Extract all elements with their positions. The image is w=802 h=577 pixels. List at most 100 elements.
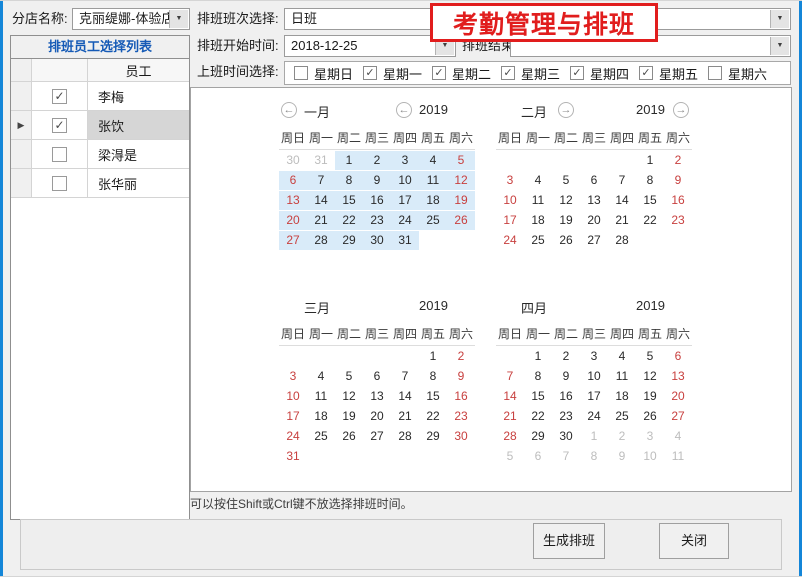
calendar-day[interactable]: 26 [552, 231, 580, 250]
calendar-day[interactable]: 4 [419, 151, 447, 170]
checkbox-checked[interactable]: ✓ [52, 118, 67, 133]
calendar-day[interactable]: 7 [608, 171, 636, 190]
calendar-day[interactable]: 31 [307, 151, 335, 170]
calendar-day[interactable]: 16 [447, 387, 475, 406]
calendar-day[interactable]: 21 [608, 211, 636, 230]
calendar-day[interactable]: 3 [279, 367, 307, 386]
calendar-day[interactable]: 8 [419, 367, 447, 386]
calendar-day[interactable]: 28 [391, 427, 419, 446]
calendar-day[interactable]: 3 [636, 427, 664, 446]
calendar-day[interactable]: 21 [307, 211, 335, 230]
calendar-day[interactable]: 3 [496, 171, 524, 190]
calendar-day[interactable]: 5 [496, 447, 524, 466]
nav-prev-year-icon[interactable]: ← [396, 102, 412, 118]
nav-next-year-icon[interactable]: → [673, 102, 689, 118]
calendar-day[interactable]: 1 [524, 347, 552, 366]
checkbox[interactable] [52, 176, 67, 191]
checkbox-checked[interactable]: ✓ [501, 66, 515, 80]
calendar-day[interactable]: 30 [279, 151, 307, 170]
calendar-day[interactable]: 24 [391, 211, 419, 230]
calendar-day[interactable]: 19 [636, 387, 664, 406]
calendar-day[interactable]: 18 [524, 211, 552, 230]
calendar-day[interactable]: 16 [664, 191, 692, 210]
calendar-day[interactable]: 28 [307, 231, 335, 250]
calendar-day[interactable]: 14 [391, 387, 419, 406]
calendar-day[interactable]: 28 [608, 231, 636, 250]
calendar-day[interactable]: 30 [363, 231, 391, 250]
calendar-day[interactable]: 9 [552, 367, 580, 386]
calendar-day[interactable]: 11 [307, 387, 335, 406]
checkbox[interactable] [708, 66, 722, 80]
calendar-day[interactable]: 10 [496, 191, 524, 210]
calendar-day[interactable]: 10 [580, 367, 608, 386]
calendar-day[interactable]: 8 [524, 367, 552, 386]
checkbox[interactable] [294, 66, 308, 80]
calendar-day[interactable]: 8 [636, 171, 664, 190]
calendar-day[interactable]: 11 [419, 171, 447, 190]
calendar-day[interactable]: 8 [335, 171, 363, 190]
calendar-day[interactable]: 14 [608, 191, 636, 210]
nav-next-month-icon[interactable]: → [558, 102, 574, 118]
calendar-day[interactable]: 27 [279, 231, 307, 250]
calendar-day[interactable]: 29 [524, 427, 552, 446]
calendar-day[interactable]: 7 [307, 171, 335, 190]
calendar-day[interactable]: 26 [636, 407, 664, 426]
calendar-day[interactable]: 17 [496, 211, 524, 230]
checkbox-checked[interactable]: ✓ [570, 66, 584, 80]
calendar-day[interactable]: 5 [335, 367, 363, 386]
employee-table-row-3[interactable]: 张华丽 [11, 169, 189, 198]
weekday-checkbox-item-6[interactable]: 星期六 [708, 64, 777, 83]
calendar-day[interactable]: 1 [419, 347, 447, 366]
dropdown-arrow-icon[interactable]: ▼ [770, 10, 789, 28]
calendar-day[interactable]: 2 [552, 347, 580, 366]
calendar-day[interactable]: 9 [608, 447, 636, 466]
calendar-day[interactable]: 23 [447, 407, 475, 426]
nav-prev-month-icon[interactable]: ← [281, 102, 297, 118]
calendar-day[interactable]: 6 [363, 367, 391, 386]
employee-checkbox-cell[interactable] [32, 169, 88, 197]
branch-select[interactable]: 克丽缇娜-体验店 ▼ [72, 8, 190, 30]
calendar-day[interactable]: 20 [664, 387, 692, 406]
calendar-day[interactable]: 6 [580, 171, 608, 190]
calendar-day[interactable]: 15 [335, 191, 363, 210]
calendar-day[interactable]: 7 [552, 447, 580, 466]
calendar-day[interactable]: 5 [636, 347, 664, 366]
checkbox-checked[interactable]: ✓ [639, 66, 653, 80]
calendar-day[interactable]: 19 [552, 211, 580, 230]
calendar-day[interactable]: 2 [363, 151, 391, 170]
calendar-day[interactable]: 13 [664, 367, 692, 386]
calendar-day[interactable]: 16 [552, 387, 580, 406]
calendar-day[interactable]: 1 [335, 151, 363, 170]
calendar-day[interactable]: 8 [580, 447, 608, 466]
calendar-day[interactable]: 7 [391, 367, 419, 386]
calendar-day[interactable]: 10 [391, 171, 419, 190]
checkbox-checked[interactable]: ✓ [432, 66, 446, 80]
close-button[interactable]: 关闭 [659, 523, 729, 559]
employee-table-row-2[interactable]: 梁淂是 [11, 140, 189, 169]
calendar-day[interactable]: 29 [335, 231, 363, 250]
calendar-day[interactable]: 28 [496, 427, 524, 446]
calendar-day[interactable]: 25 [524, 231, 552, 250]
calendar-day[interactable]: 21 [496, 407, 524, 426]
calendar-day[interactable]: 13 [363, 387, 391, 406]
employee-checkbox-cell[interactable]: ✓ [32, 111, 88, 139]
calendar-day[interactable]: 6 [279, 171, 307, 190]
calendar-day[interactable]: 15 [636, 191, 664, 210]
calendar-day[interactable]: 19 [335, 407, 363, 426]
calendar-day[interactable]: 22 [419, 407, 447, 426]
calendar-day[interactable]: 14 [307, 191, 335, 210]
calendar-day[interactable]: 12 [636, 367, 664, 386]
calendar-day[interactable]: 9 [447, 367, 475, 386]
calendar-day[interactable]: 13 [580, 191, 608, 210]
weekday-checkbox-item-4[interactable]: ✓星期四 [570, 64, 639, 83]
calendar-day[interactable]: 11 [524, 191, 552, 210]
employee-name-cell[interactable]: 张华丽 [88, 169, 189, 197]
calendar-day[interactable]: 1 [580, 427, 608, 446]
calendar-day[interactable]: 4 [524, 171, 552, 190]
calendar-day[interactable]: 25 [419, 211, 447, 230]
calendar-day[interactable]: 12 [447, 171, 475, 190]
calendar-day[interactable]: 17 [391, 191, 419, 210]
calendar-day[interactable]: 10 [636, 447, 664, 466]
calendar-day[interactable]: 27 [580, 231, 608, 250]
employee-table-row-0[interactable]: ✓李梅 [11, 82, 189, 111]
